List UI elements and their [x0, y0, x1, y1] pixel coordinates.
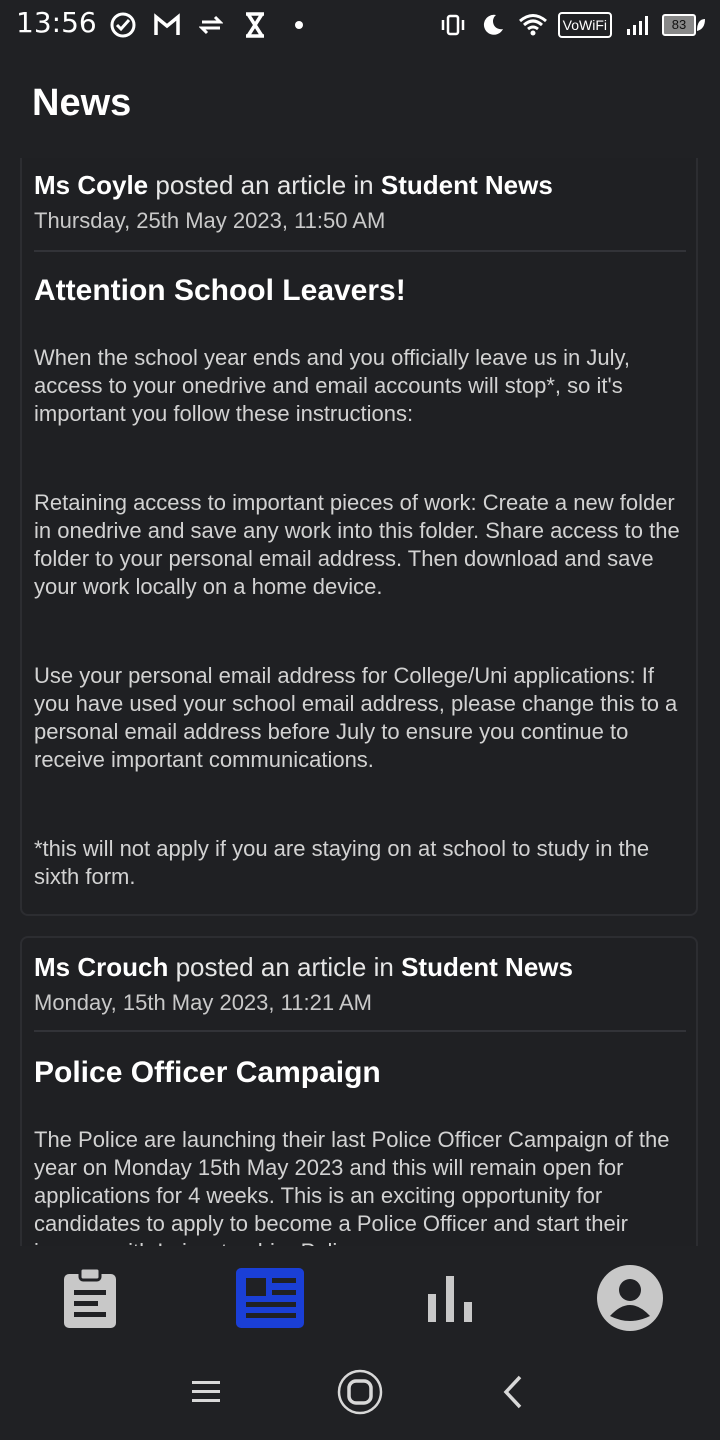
- article-paragraph: When the school year ends and you offici…: [34, 345, 630, 426]
- account-icon: [597, 1265, 663, 1331]
- nav-analytics[interactable]: [416, 1264, 484, 1332]
- article-author: Ms Crouch: [34, 952, 169, 982]
- article-paragraph: Retaining access to important pieces of …: [34, 490, 680, 599]
- bottom-navigation: [0, 1246, 720, 1346]
- article-card[interactable]: Ms Crouch posted an article in Student N…: [20, 936, 698, 1246]
- article-channel[interactable]: Student News: [401, 952, 573, 982]
- notification-icons: [108, 10, 314, 40]
- divider: [34, 250, 686, 252]
- battery-icon: 83: [662, 14, 706, 36]
- status-time: 13:56: [16, 6, 97, 39]
- news-icon: [236, 1268, 304, 1328]
- article-date: Monday, 15th May 2023, 11:21 AM: [34, 990, 372, 1015]
- hourglass-icon: [240, 10, 270, 40]
- article-card[interactable]: Ms Coyle posted an article in Student Ne…: [20, 158, 698, 916]
- recents-icon: [192, 1381, 220, 1402]
- article-paragraph: *this will not apply if you are staying …: [34, 836, 650, 889]
- vibrate-icon: [438, 10, 468, 40]
- article-paragraph: Use your personal email address for Coll…: [34, 663, 678, 772]
- divider: [34, 1030, 686, 1032]
- system-status-icons: VoWiFi 83: [438, 10, 706, 40]
- nav-news[interactable]: [236, 1264, 304, 1332]
- article-title[interactable]: Attention School Leavers!: [34, 274, 406, 308]
- nav-account[interactable]: [596, 1264, 664, 1332]
- article-verb: posted an article in: [175, 952, 394, 982]
- article-paragraph: The Police are launching their last Poli…: [34, 1127, 670, 1246]
- article-date: Thursday, 25th May 2023, 11:50 AM: [34, 208, 386, 233]
- back-icon: [503, 1375, 522, 1409]
- article-author: Ms Coyle: [34, 170, 149, 200]
- nav-assignments[interactable]: [56, 1264, 124, 1332]
- article-verb: posted an article in: [155, 170, 374, 200]
- back-button[interactable]: [488, 1366, 540, 1418]
- home-button[interactable]: [334, 1366, 386, 1418]
- clipboard-icon: [64, 1266, 116, 1328]
- bar-chart-icon: [428, 1276, 472, 1322]
- data-transfer-icon: [196, 10, 226, 40]
- article-byline: Ms Crouch posted an article in Student N…: [34, 952, 573, 983]
- home-icon: [337, 1369, 383, 1415]
- wifi-icon: [518, 10, 548, 40]
- recents-button[interactable]: [180, 1366, 232, 1418]
- moon-icon: [478, 10, 508, 40]
- article-title[interactable]: Police Officer Campaign: [34, 1056, 381, 1090]
- news-feed[interactable]: Ms Coyle posted an article in Student Ne…: [0, 158, 720, 1246]
- battery-level: 83: [662, 14, 696, 36]
- article-byline: Ms Coyle posted an article in Student Ne…: [34, 170, 553, 201]
- article-channel[interactable]: Student News: [381, 170, 553, 200]
- gmail-icon: [152, 10, 182, 40]
- vowifi-badge: VoWiFi: [557, 12, 612, 38]
- page-title: News: [32, 82, 132, 124]
- status-bar: 13:56 VoWiFi 83: [0, 0, 720, 52]
- dot-icon: [284, 10, 314, 40]
- system-navigation-bar: [0, 1346, 720, 1440]
- check-circle-icon: [108, 10, 138, 40]
- app-header: News: [0, 52, 720, 158]
- signal-icon: [622, 10, 652, 40]
